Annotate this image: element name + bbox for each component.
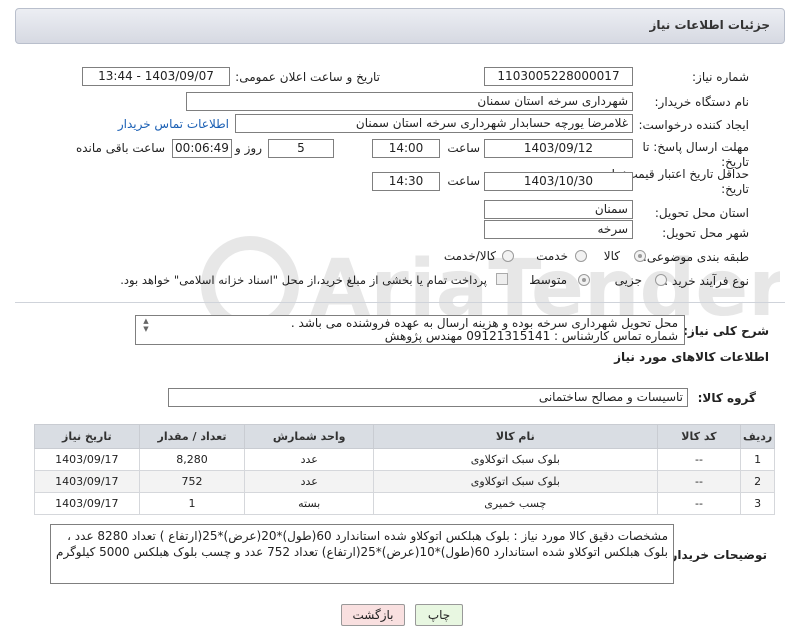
col-header-qty: تعداد / مقدار	[138, 424, 246, 449]
treasury-payment-checkbox[interactable]	[496, 273, 508, 285]
validity-label-2: تاریخ:	[721, 182, 749, 196]
validity-time-field: 14:30	[372, 172, 440, 191]
description-line-2: شماره تماس کارشناس : 09121315141 مهندس پ…	[384, 329, 678, 343]
need-number-field: 1103005228000017	[484, 67, 633, 86]
province-label: استان محل تحویل:	[654, 206, 749, 220]
process-minor-radio[interactable]	[655, 274, 667, 286]
cell-date: 1403/09/17	[34, 448, 140, 471]
deadline-time-field: 14:00	[372, 139, 440, 158]
col-header-date: تاریخ نیاز	[34, 424, 140, 449]
remaining-time-label: ساعت باقی مانده	[75, 141, 165, 155]
cell-name: بلوک سبک اتوکلاوی	[373, 448, 658, 471]
divider	[15, 302, 785, 303]
cell-code: --	[656, 492, 742, 515]
category-service-label: خدمت	[536, 249, 568, 263]
city-label: شهر محل تحویل:	[662, 226, 749, 240]
days-remaining-field: 5	[268, 139, 334, 158]
announce-date-label: تاریخ و ساعت اعلان عمومی:	[235, 70, 380, 84]
cell-date: 1403/09/17	[34, 492, 140, 515]
treasury-payment-note: پرداخت تمام یا بخشی از مبلغ خرید،از محل …	[120, 273, 487, 287]
cell-name: چسب خمیری	[373, 492, 658, 515]
province-field: سمنان	[484, 200, 633, 219]
buyer-contact-link[interactable]: اطلاعات تماس خریدار	[118, 117, 229, 131]
description-scroll-arrows[interactable]: ▲ ▼	[139, 317, 153, 343]
goods-section-title: اطلاعات کالاهای مورد نیاز	[614, 350, 769, 364]
cell-name: بلوک سبک اتوکلاوی	[373, 470, 658, 493]
goods-group-field: تاسیسات و مصالح ساختمانی	[168, 388, 688, 407]
description-label: شرح کلی نیاز:	[683, 324, 769, 338]
col-header-code: کد کالا	[656, 424, 742, 449]
category-goods-radio[interactable]	[634, 250, 646, 262]
process-medium-label: متوسط	[529, 273, 567, 287]
cell-qty: 1	[138, 492, 246, 515]
cell-qty: 752	[138, 470, 246, 493]
validity-date-field: 1403/10/30	[484, 172, 633, 191]
city-field: سرخه	[484, 220, 633, 239]
cell-row: 3	[740, 492, 775, 515]
category-goods-service-radio[interactable]	[502, 250, 514, 262]
requester-field: غلامرضا یورچه حسابدار شهرداری سرخه استان…	[235, 114, 633, 133]
cell-row: 1	[740, 448, 775, 471]
cell-unit: بسته	[244, 492, 375, 515]
requester-label: ایجاد کننده درخواست:	[638, 118, 749, 132]
announce-date-field: 1403/09/07 - 13:44	[82, 67, 230, 86]
buyer-org-field: شهرداری سرخه استان سمنان	[186, 92, 633, 111]
need-number-label: شماره نیاز:	[692, 70, 749, 84]
goods-table: ردیف کد کالا نام کالا واحد شمارش تعداد /…	[34, 424, 775, 515]
cell-code: --	[656, 448, 742, 471]
cell-qty: 8,280	[138, 448, 246, 471]
buyer-notes-field: مشخصات دقیق کالا مورد نیاز : بلوک هبلکس …	[50, 524, 674, 584]
process-medium-radio[interactable]	[578, 274, 590, 286]
goods-table-header: ردیف کد کالا نام کالا واحد شمارش تعداد /…	[34, 424, 775, 449]
days-label: روز و	[235, 141, 262, 155]
validity-time-label: ساعت	[447, 174, 480, 188]
details-panel-header: جزئیات اطلاعات نیاز	[15, 8, 785, 44]
category-label: طبقه بندی موضوعی:	[642, 250, 749, 264]
buyer-org-label: نام دستگاه خریدار:	[654, 95, 750, 109]
deadline-label-1: مهلت ارسال پاسخ: تا	[642, 140, 749, 154]
category-service-radio[interactable]	[575, 250, 587, 262]
back-button[interactable]: بازگشت	[341, 604, 405, 626]
category-goods-service-label: کالا/خدمت	[443, 249, 496, 263]
deadline-date-field: 1403/09/12	[484, 139, 633, 158]
description-field: محل تحویل شهرداری سرخه بوده و هزینه ارسا…	[135, 315, 685, 345]
cell-date: 1403/09/17	[34, 470, 140, 493]
cell-row: 2	[740, 470, 775, 493]
cell-unit: عدد	[244, 470, 375, 493]
process-minor-label: جزیی	[614, 273, 642, 287]
buyer-notes-label: توضیحات خریدار:	[665, 548, 767, 562]
deadline-time-label: ساعت	[447, 141, 480, 155]
remaining-time-field: 00:06:49	[172, 139, 232, 158]
cell-code: --	[656, 470, 742, 493]
table-row: 3 -- چسب خمیری بسته 1 1403/09/17	[34, 492, 775, 515]
col-header-unit: واحد شمارش	[244, 424, 375, 449]
category-goods-label: کالا	[603, 249, 620, 263]
panel-title: جزئیات اطلاعات نیاز	[649, 18, 770, 32]
table-row: 1 -- بلوک سبک اتوکلاوی عدد 8,280 1403/09…	[34, 448, 775, 471]
process-type-label: نوع فرآیند خرید :	[664, 274, 749, 288]
col-header-name: نام کالا	[373, 424, 658, 449]
print-button[interactable]: چاپ	[415, 604, 463, 626]
goods-group-label: گروه کالا:	[697, 391, 756, 405]
cell-unit: عدد	[244, 448, 375, 471]
table-row: 2 -- بلوک سبک اتوکلاوی عدد 752 1403/09/1…	[34, 470, 775, 493]
col-header-row: ردیف	[740, 424, 775, 449]
